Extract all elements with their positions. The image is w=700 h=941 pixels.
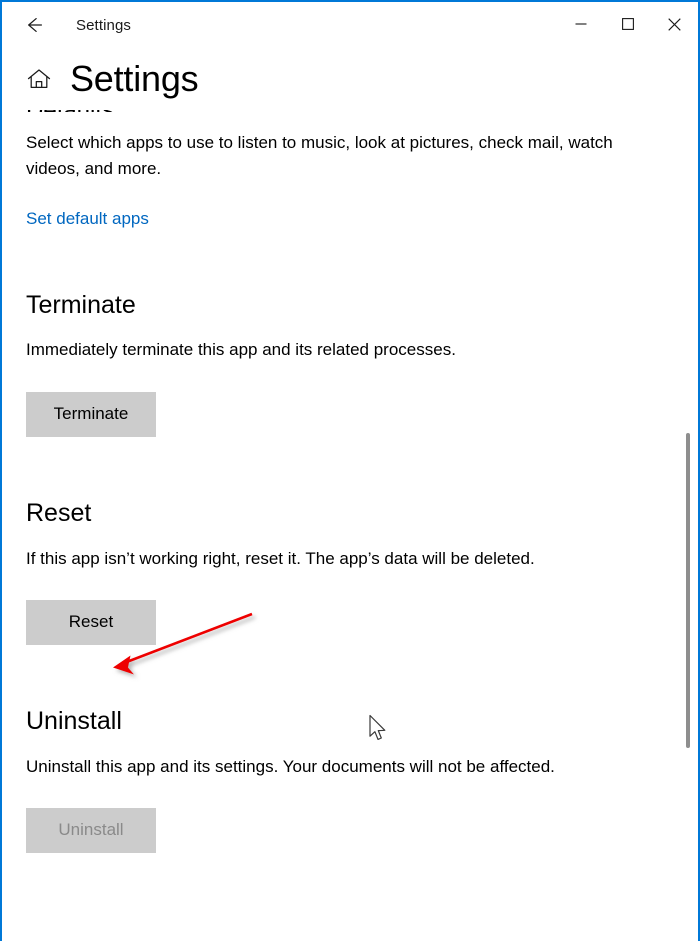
page-header: Settings bbox=[2, 48, 698, 110]
titlebar-title: Settings bbox=[76, 16, 131, 34]
uninstall-heading: Uninstall bbox=[26, 706, 122, 735]
uninstall-section: Uninstall Uninstall this app and its set… bbox=[26, 707, 674, 853]
back-arrow-icon bbox=[28, 18, 42, 32]
maximize-icon bbox=[621, 18, 634, 30]
settings-content: Defaults Select which apps to use to lis… bbox=[2, 110, 698, 941]
close-button[interactable] bbox=[651, 2, 698, 46]
scrollbar-track[interactable] bbox=[684, 48, 696, 941]
terminate-section: Terminate Immediately terminate this app… bbox=[26, 291, 674, 437]
set-default-apps-link[interactable]: Set default apps bbox=[26, 209, 149, 229]
scrollbar-thumb[interactable] bbox=[686, 433, 690, 748]
terminate-button[interactable]: Terminate bbox=[26, 391, 156, 437]
window-controls bbox=[557, 2, 698, 46]
defaults-description: Select which apps to use to listen to mu… bbox=[26, 133, 613, 179]
defaults-heading: Defaults bbox=[26, 110, 674, 112]
home-icon[interactable] bbox=[26, 66, 52, 92]
reset-description: If this app isn’t working right, reset i… bbox=[26, 548, 535, 568]
reset-section: Reset If this app isn’t working right, r… bbox=[26, 499, 674, 645]
reset-button[interactable]: Reset bbox=[26, 599, 156, 645]
uninstall-description: Uninstall this app and its settings. You… bbox=[26, 756, 555, 776]
uninstall-button[interactable]: Uninstall bbox=[26, 807, 156, 853]
minimize-icon bbox=[575, 23, 586, 25]
page-title: Settings bbox=[70, 58, 199, 99]
maximize-button[interactable] bbox=[604, 2, 651, 46]
title-bar: Settings bbox=[2, 2, 698, 48]
back-button[interactable] bbox=[10, 3, 56, 47]
settings-window: Settings Settings Select which apps to u… bbox=[0, 0, 700, 941]
close-icon bbox=[668, 17, 681, 31]
terminate-heading: Terminate bbox=[26, 290, 136, 319]
reset-heading: Reset bbox=[26, 498, 92, 527]
minimize-button[interactable] bbox=[557, 2, 604, 46]
terminate-description: Immediately terminate this app and its r… bbox=[26, 340, 456, 360]
